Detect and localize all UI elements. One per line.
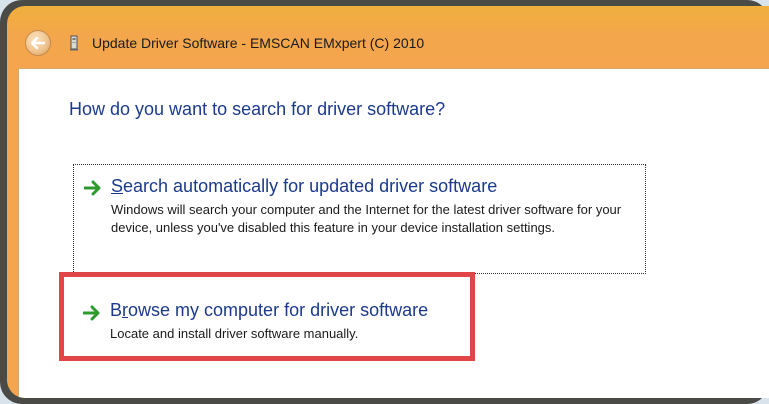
device-icon xyxy=(70,35,78,51)
window-title: Update Driver Software - EMSCAN EMxpert … xyxy=(92,35,425,51)
back-arrow-icon xyxy=(31,37,45,49)
dialog-window: Update Driver Software - EMSCAN EMxpert … xyxy=(7,6,769,398)
green-arrow-icon xyxy=(83,305,100,321)
option-description: Windows will search your computer and th… xyxy=(111,202,622,235)
option-title: Search automatically for updated driver … xyxy=(111,176,498,196)
option-browse-computer[interactable]: Browse my computer for driver software L… xyxy=(73,289,646,359)
option-title: Browse my computer for driver software xyxy=(110,300,429,320)
back-button[interactable] xyxy=(25,30,51,56)
option-search-automatically[interactable]: Search automatically for updated driver … xyxy=(73,164,646,274)
title-bar: Update Driver Software - EMSCAN EMxpert … xyxy=(7,6,769,68)
option-description: Locate and install driver software manua… xyxy=(110,326,359,341)
page-heading: How do you want to search for driver sof… xyxy=(69,99,446,119)
dialog-content: How do you want to search for driver sof… xyxy=(18,68,769,398)
green-arrow-icon xyxy=(84,180,101,196)
